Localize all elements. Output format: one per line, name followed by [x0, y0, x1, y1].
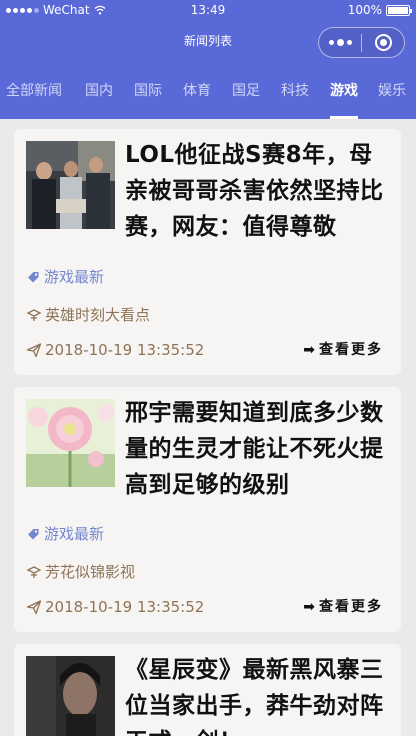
tab-games[interactable]: 游戏 [330, 72, 358, 119]
category-label[interactable]: 游戏最新 [26, 267, 104, 287]
app-header: WeChat 13:49 100% 新闻列表 全部新闻 国内 国际 体育 国足 … [0, 0, 416, 119]
status-right: 100% [347, 0, 412, 20]
author-icon [26, 566, 42, 578]
source-text: 芳花似锦影视 [45, 563, 136, 581]
article-thumbnail [26, 399, 115, 487]
category-label[interactable]: 游戏最新 [26, 524, 104, 544]
news-card[interactable]: LOL他征战S赛8年，母亲被哥哥杀害依然坚持比赛，网友：值得尊敬 游戏最新 英雄… [14, 129, 401, 375]
category-text: 游戏最新 [44, 268, 105, 286]
article-title[interactable]: 邢宇需要知道到底多少数量的生灵才能让不死火提高到足够的级别 [125, 395, 387, 503]
publish-time: 2018-10-19 13:35:52 [26, 597, 204, 617]
tab-entertainment[interactable]: 娱乐 [378, 72, 406, 119]
mini-program-capsule [318, 27, 405, 58]
category-text: 游戏最新 [44, 525, 105, 543]
tag-icon [28, 271, 39, 282]
article-title[interactable]: LOL他征战S赛8年，母亲被哥哥杀害依然坚持比赛，网友：值得尊敬 [125, 137, 387, 245]
arrow-right-icon: ➡ [303, 342, 315, 358]
arrow-right-icon: ➡ [303, 599, 315, 615]
tag-icon [28, 528, 39, 539]
article-thumbnail [26, 141, 115, 229]
source-text: 英雄时刻大看点 [45, 306, 151, 324]
publish-time: 2018-10-19 13:35:52 [26, 340, 204, 360]
time-text: 2018-10-19 13:35:52 [45, 341, 205, 359]
tab-national-football[interactable]: 国足 [232, 72, 260, 119]
author-icon [26, 309, 42, 321]
battery-icon [386, 4, 412, 16]
view-more-button[interactable]: ➡ 查看更多 [303, 340, 383, 360]
tab-all-news[interactable]: 全部新闻 [6, 72, 62, 119]
view-more-text: 查看更多 [319, 342, 383, 358]
send-icon [26, 343, 42, 358]
battery-percent: 100% [347, 3, 382, 17]
tab-technology[interactable]: 科技 [281, 72, 309, 119]
close-mini-program-button[interactable] [362, 28, 404, 57]
tab-sports[interactable]: 体育 [183, 72, 211, 119]
source-label: 英雄时刻大看点 [26, 305, 150, 325]
article-thumbnail [26, 656, 115, 736]
view-more-button[interactable]: ➡ 查看更多 [303, 597, 383, 617]
more-options-button[interactable] [319, 28, 361, 57]
news-card[interactable]: 邢宇需要知道到底多少数量的生灵才能让不死火提高到足够的级别 游戏最新 芳花似锦影… [14, 387, 401, 632]
news-card[interactable]: 《星辰变》最新黑风寨三位当家出手，莽牛劲对阵天式一剑！ [14, 644, 401, 736]
target-icon [374, 34, 392, 51]
article-title[interactable]: 《星辰变》最新黑风寨三位当家出手，莽牛劲对阵天式一剑！ [125, 652, 387, 736]
tab-international[interactable]: 国际 [134, 72, 162, 119]
view-more-text: 查看更多 [319, 599, 383, 615]
source-label: 芳花似锦影视 [26, 562, 135, 582]
status-bar: WeChat 13:49 100% [0, 0, 416, 20]
category-tabs: 全部新闻 国内 国际 体育 国足 科技 游戏 娱乐 [0, 72, 416, 119]
time-text: 2018-10-19 13:35:52 [45, 598, 205, 616]
send-icon [26, 600, 42, 615]
tab-domestic[interactable]: 国内 [85, 72, 113, 119]
